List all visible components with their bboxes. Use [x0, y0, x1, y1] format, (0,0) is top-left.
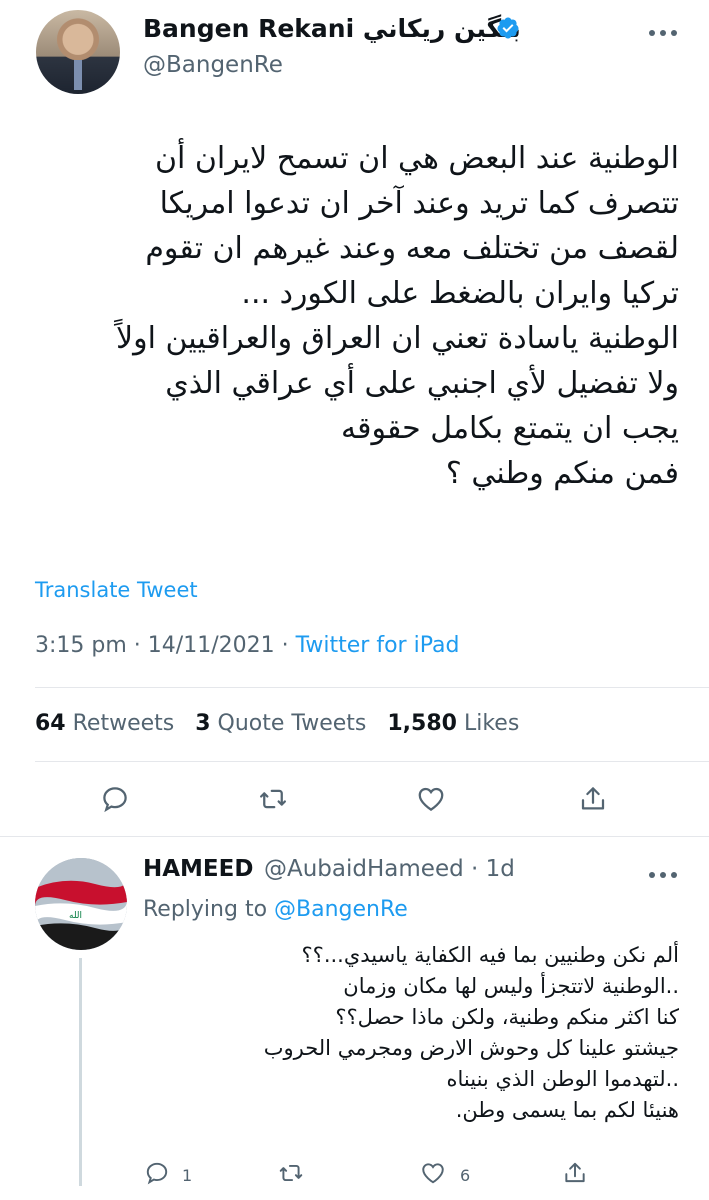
heart-icon[interactable]	[420, 1160, 446, 1186]
divider	[35, 761, 709, 762]
retweets-stat[interactable]: 64 Retweets	[35, 711, 174, 736]
translate-tweet-link[interactable]: Translate Tweet	[35, 578, 198, 602]
more-horizontal-icon[interactable]	[648, 870, 678, 880]
verified-badge-icon	[497, 17, 519, 39]
reply-icon[interactable]	[144, 1160, 170, 1186]
section-divider	[0, 836, 709, 837]
tweet-text: الوطنية عند البعض هي ان تسمح لايران أن ت…	[29, 136, 679, 496]
share-icon[interactable]	[562, 1160, 588, 1186]
reply-author-avatar[interactable]: الله	[35, 858, 127, 950]
share-icon[interactable]	[578, 784, 608, 814]
reply-text-line: جيشتو علينا كل وحوش الارض ومجرمي الحروب	[263, 1036, 679, 1060]
tweet-source-link[interactable]: Twitter for iPad	[296, 633, 460, 658]
quote-tweets-label: Quote Tweets	[217, 711, 367, 736]
tweet-text-line: تركيا وايران بالضغط على الكورد ...	[241, 276, 679, 311]
iraq-flag-image: الله	[35, 858, 127, 950]
tweet-text-line: ولا تفضيل لأي اجنبي على أي عراقي الذي	[165, 366, 679, 401]
tweet-text-line: الوطنية ياسادة تعني ان العراق والعراقيين…	[116, 321, 679, 356]
reply-text: ألم نكن وطنيين بما فيه الكفاية ياسيدي...…	[119, 940, 679, 1126]
tweet-time[interactable]: 3:15 pm	[35, 633, 127, 658]
tweet-text-line: الوطنية عند البعض هي ان تسمح لايران أن	[154, 141, 679, 176]
heart-icon[interactable]	[416, 784, 446, 814]
retweet-icon[interactable]	[278, 1160, 304, 1186]
replying-to: Replying to @BangenRe	[143, 897, 408, 922]
reply-text-line: كنا اكثر منكم وطنية، ولكن ماذا حصل؟؟	[335, 1005, 679, 1029]
more-horizontal-icon[interactable]	[648, 28, 678, 38]
replying-to-label: Replying to	[143, 897, 268, 922]
tweet-stats: 64 Retweets 3 Quote Tweets 1,580 Likes	[35, 711, 519, 736]
tweet-text-line: يجب ان يتمتع بكامل حقوقه	[341, 411, 679, 446]
svg-text:الله: الله	[69, 911, 82, 921]
quote-tweets-stat[interactable]: 3 Quote Tweets	[195, 711, 366, 736]
divider	[35, 687, 709, 688]
reply-icon[interactable]	[100, 784, 130, 814]
reply-text-line: هنيئا لكم بما يسمى وطن.	[455, 1098, 679, 1122]
replying-to-mention[interactable]: @BangenRe	[274, 897, 408, 922]
reply-text-line: ..لتهدموا الوطن الذي بنيناه	[446, 1067, 679, 1091]
meta-separator: ·	[133, 633, 148, 658]
reply-author-handle[interactable]: @AubaidHameed	[264, 856, 464, 882]
author-display-name[interactable]: Bangen Rekani بنگين ريكاني	[143, 14, 521, 43]
meta-separator: ·	[281, 633, 296, 658]
reply-author-meta: @AubaidHameed · 1d	[264, 856, 515, 882]
tweet-date[interactable]: 14/11/2021	[148, 633, 275, 658]
reply-text-line: ..الوطنية لاتتجزأ وليس لها مكان وزمان	[343, 974, 679, 998]
reply-age: 1d	[485, 856, 515, 882]
reply-text-line: ألم نكن وطنيين بما فيه الكفاية ياسيدي...…	[301, 943, 679, 967]
quote-tweets-count: 3	[195, 711, 211, 736]
author-handle[interactable]: @BangenRe	[143, 52, 283, 78]
retweets-count: 64	[35, 711, 66, 736]
likes-count: 1,580	[387, 711, 457, 736]
thread-line	[79, 958, 82, 1186]
likes-stat[interactable]: 1,580 Likes	[387, 711, 519, 736]
reply-author-name[interactable]: HAMEED	[143, 856, 253, 882]
meta-separator: ·	[471, 856, 486, 882]
reply-reply-count: 1	[182, 1166, 193, 1185]
likes-label: Likes	[463, 711, 520, 736]
retweets-label: Retweets	[72, 711, 175, 736]
tweet-text-line: لقصف من تختلف معه وعند غيرهم ان تقوم	[145, 231, 679, 266]
reply-like-count: 6	[460, 1166, 471, 1185]
author-avatar[interactable]	[36, 10, 120, 94]
retweet-icon[interactable]	[258, 784, 288, 814]
tweet-text-line: تتصرف كما تريد وعند آخر ان تدعوا امريكا	[159, 186, 679, 221]
tweet-metadata: 3:15 pm · 14/11/2021 · Twitter for iPad	[35, 633, 459, 658]
tweet-text-line: فمن منكم وطني ؟	[445, 456, 679, 491]
